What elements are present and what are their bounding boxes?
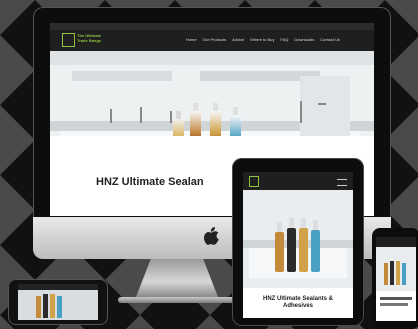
tablet-logo-icon[interactable] <box>249 176 259 187</box>
main-nav: Home Our Products Advice Where to Buy FA… <box>186 37 340 42</box>
nav-item-advice[interactable]: Advice <box>232 37 244 42</box>
tablet-headline: HNZ Ultimate Sealants & Adhesives <box>243 296 353 310</box>
phone-text-line <box>380 297 412 300</box>
phone-header <box>376 237 416 247</box>
phone-text-line <box>380 303 408 306</box>
iphone-portrait-device <box>372 228 418 329</box>
tablet-header <box>243 172 353 190</box>
nav-item-where-to-buy[interactable]: Where to Buy <box>250 37 274 42</box>
nav-item-home[interactable]: Home <box>186 37 197 42</box>
brand-text[interactable]: The Ultimate Trade Range <box>77 33 101 43</box>
tablet-headline-line2: Adhesives <box>282 303 313 309</box>
brand-line2: Trade Range <box>77 38 102 43</box>
tablet-headline-line1: HNZ Ultimate Sealants & <box>262 296 334 302</box>
hero-headline: HNZ Ultimate Sealan <box>96 176 204 188</box>
menu-icon[interactable] <box>337 179 347 186</box>
apple-logo-icon <box>204 227 219 245</box>
nav-item-downloads[interactable]: Downloads <box>294 37 314 42</box>
ipad-device: HNZ Ultimate Sealants & Adhesives <box>232 158 364 326</box>
iphone-portrait-screen <box>376 237 416 321</box>
ipad-screen: HNZ Ultimate Sealants & Adhesives <box>243 172 353 318</box>
logo-icon[interactable] <box>62 33 75 47</box>
site-topbar <box>50 23 374 30</box>
iphone-landscape-device <box>8 279 108 325</box>
phone-hero-image <box>376 247 416 291</box>
landscape-hero-image <box>18 284 98 320</box>
tablet-hero-image <box>243 190 353 288</box>
nav-item-contact[interactable]: Contact Us <box>320 37 340 42</box>
imac-foot <box>118 297 238 303</box>
nav-item-faq[interactable]: FAQ <box>280 37 288 42</box>
iphone-landscape-screen <box>18 284 98 320</box>
nav-item-products[interactable]: Our Products <box>203 37 227 42</box>
site-header: The Ultimate Trade Range Home Our Produc… <box>50 23 374 51</box>
